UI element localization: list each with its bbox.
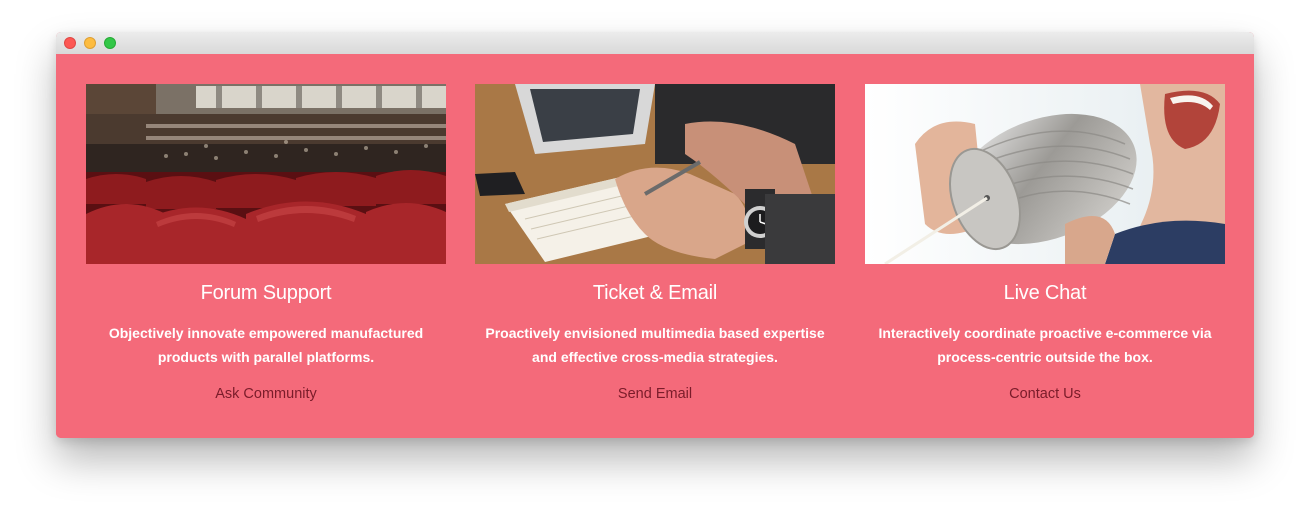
card-description: Proactively envisioned multimedia based … (475, 321, 835, 369)
card-description-line: Interactively coordinate proactive e-com… (878, 325, 1212, 341)
ask-community-link[interactable]: Ask Community (86, 386, 446, 402)
card-description-line: Objectively innovate empowered manufactu… (108, 325, 424, 341)
card-description-line: process-centric outside the box. (937, 349, 1153, 365)
card-title: Ticket & Email (592, 282, 718, 304)
minimize-window-icon[interactable] (84, 37, 96, 49)
send-email-link[interactable]: Send Email (475, 386, 835, 402)
notebook-photo (475, 84, 835, 264)
support-card-ticket: Ticket & Email Proactively envisioned mu… (475, 84, 835, 414)
card-description-line: and effective cross-media strategies. (532, 349, 778, 365)
browser-window: Forum Support Objectively innovate empow… (56, 32, 1254, 438)
auditorium-photo (86, 84, 446, 264)
close-window-icon[interactable] (64, 37, 76, 49)
card-title: Forum Support (200, 282, 332, 304)
card-title: Live Chat (1003, 282, 1087, 304)
support-section: Forum Support Objectively innovate empow… (56, 54, 1254, 438)
card-description-line: Proactively envisioned multimedia based … (485, 325, 825, 341)
support-card-forum: Forum Support Objectively innovate empow… (86, 84, 446, 414)
card-description: Objectively innovate empowered manufactu… (86, 321, 446, 369)
card-description-line: products with parallel platforms. (157, 349, 375, 365)
contact-us-link[interactable]: Contact Us (865, 386, 1225, 402)
tin-can-phone-photo (865, 84, 1225, 264)
support-card-chat: Live Chat Interactively coordinate proac… (865, 84, 1225, 414)
zoom-window-icon[interactable] (104, 37, 116, 49)
window-titlebar (56, 32, 1254, 55)
card-description: Interactively coordinate proactive e-com… (865, 321, 1225, 369)
